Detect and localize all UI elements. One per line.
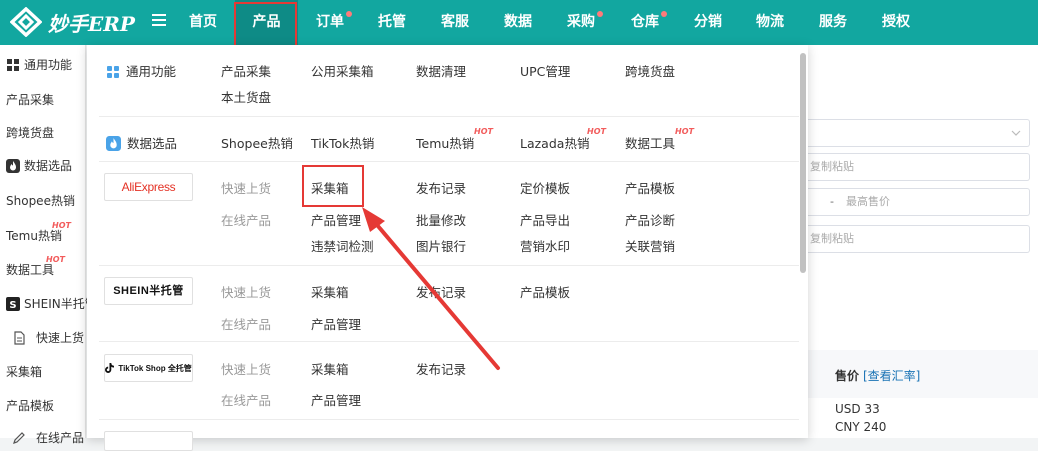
annotation-arrow bbox=[362, 207, 500, 370]
